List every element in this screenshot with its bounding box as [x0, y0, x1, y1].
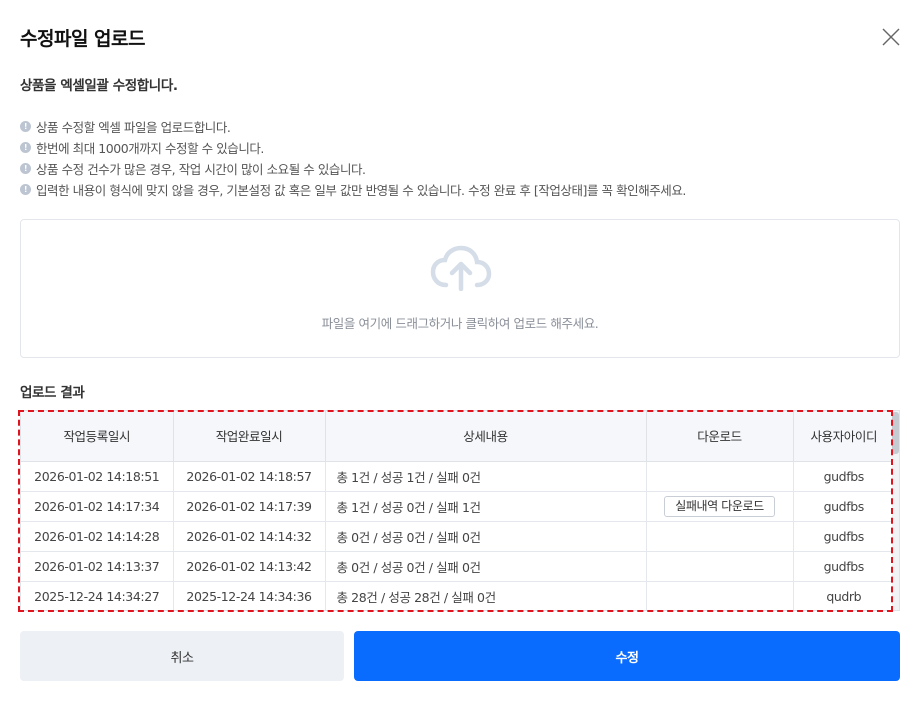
- registered-cell: 2026-01-02 14:13:37: [21, 551, 174, 582]
- completed-cell: 2026-01-02 14:17:39: [173, 491, 326, 522]
- download-cell: [646, 581, 794, 610]
- registered-cell: 2025-12-24 14:34:27: [21, 581, 174, 610]
- table-row: 2026-01-02 14:13:37 2026-01-02 14:13:42 …: [21, 551, 894, 582]
- download-cell: [646, 521, 794, 552]
- user-cell: qudrb: [793, 581, 894, 610]
- registered-cell: 2026-01-02 14:14:28: [21, 521, 174, 552]
- completed-cell: 2026-01-02 14:14:32: [173, 521, 326, 552]
- detail-cell: 총 1건 / 성공 1건 / 실패 0건: [325, 461, 647, 492]
- download-cell: [646, 551, 794, 582]
- notice-list: ! 상품 수정할 엑셀 파일을 업로드합니다. ! 한번에 최대 1000개까지…: [20, 116, 686, 200]
- column-header[interactable]: 작업등록일시: [21, 411, 174, 462]
- notice-text: 한번에 최대 1000개까지 수정할 수 있습니다.: [36, 141, 264, 156]
- download-cell: [646, 461, 794, 492]
- scrollbar-thumb[interactable]: [892, 412, 899, 454]
- user-cell: gudfbs: [793, 551, 894, 582]
- table-row: 2026-01-02 14:14:28 2026-01-02 14:14:32 …: [21, 521, 894, 552]
- registered-cell: 2026-01-02 14:17:34: [21, 491, 174, 522]
- cancel-button[interactable]: 취소: [20, 631, 344, 681]
- completed-cell: 2026-01-02 14:13:42: [173, 551, 326, 582]
- info-icon: !: [20, 121, 31, 132]
- user-cell: gudfbs: [793, 461, 894, 492]
- table-row: 2025-12-24 14:34:27 2025-12-24 14:34:36 …: [21, 581, 894, 610]
- results-table: 작업등록일시 작업완료일시 상세내용 다운로드 사용자아이디 2026-01-0…: [21, 411, 894, 610]
- failure-download-button[interactable]: 실패내역 다운로드: [664, 495, 775, 517]
- info-icon: !: [20, 142, 31, 153]
- user-cell: gudfbs: [793, 491, 894, 522]
- notice-text: 상품 수정 건수가 많은 경우, 작업 시간이 많이 소요될 수 있습니다.: [36, 162, 366, 177]
- notice-item: ! 한번에 최대 1000개까지 수정할 수 있습니다.: [20, 137, 686, 158]
- completed-cell: 2025-12-24 14:34:36: [173, 581, 326, 610]
- registered-cell: 2026-01-02 14:18:51: [21, 461, 174, 492]
- close-button[interactable]: [880, 26, 902, 48]
- submit-button[interactable]: 수정: [354, 631, 900, 681]
- file-dropzone[interactable]: 파일을 여기에 드래그하거나 클릭하여 업로드 해주세요.: [20, 219, 900, 358]
- download-cell: 실패내역 다운로드: [646, 491, 794, 522]
- close-icon: [882, 28, 900, 46]
- dialog-title: 수정파일 업로드: [20, 28, 145, 50]
- table-row: 2026-01-02 14:17:34 2026-01-02 14:17:39 …: [21, 491, 894, 522]
- table-row: 2026-01-02 14:18:51 2026-01-02 14:18:57 …: [21, 461, 894, 492]
- detail-cell: 총 0건 / 성공 0건 / 실패 0건: [325, 521, 647, 552]
- dropzone-text: 파일을 여기에 드래그하거나 클릭하여 업로드 해주세요.: [321, 316, 599, 331]
- table-header-row: 작업등록일시 작업완료일시 상세내용 다운로드 사용자아이디: [21, 411, 894, 462]
- detail-cell: 총 0건 / 성공 0건 / 실패 0건: [325, 551, 647, 582]
- info-icon: !: [20, 163, 31, 174]
- column-header[interactable]: 사용자아이디: [793, 411, 894, 462]
- cloud-upload-icon: [430, 245, 492, 291]
- user-cell: gudfbs: [793, 521, 894, 552]
- detail-cell: 총 28건 / 성공 28건 / 실패 0건: [325, 581, 647, 610]
- results-title: 업로드 결과: [20, 385, 85, 401]
- table-scrollbar[interactable]: [892, 411, 899, 610]
- notice-text: 상품 수정할 엑셀 파일을 업로드합니다.: [36, 120, 231, 135]
- column-header[interactable]: 다운로드: [646, 411, 794, 462]
- completed-cell: 2026-01-02 14:18:57: [173, 461, 326, 492]
- info-icon: !: [20, 184, 31, 195]
- dialog-subtitle: 상품을 엑셀일괄 수정합니다.: [20, 78, 178, 94]
- notice-item: ! 상품 수정할 엑셀 파일을 업로드합니다.: [20, 116, 686, 137]
- detail-cell: 총 1건 / 성공 0건 / 실패 1건: [325, 491, 647, 522]
- column-header[interactable]: 작업완료일시: [173, 411, 326, 462]
- column-header[interactable]: 상세내용: [325, 411, 647, 462]
- results-table-container: 작업등록일시 작업완료일시 상세내용 다운로드 사용자아이디 2026-01-0…: [20, 410, 900, 611]
- notice-item: ! 입력한 내용이 형식에 맞지 않을 경우, 기본설정 값 혹은 일부 값만 …: [20, 179, 686, 200]
- notice-item: ! 상품 수정 건수가 많은 경우, 작업 시간이 많이 소요될 수 있습니다.: [20, 158, 686, 179]
- notice-text: 입력한 내용이 형식에 맞지 않을 경우, 기본설정 값 혹은 일부 값만 반영…: [36, 183, 686, 198]
